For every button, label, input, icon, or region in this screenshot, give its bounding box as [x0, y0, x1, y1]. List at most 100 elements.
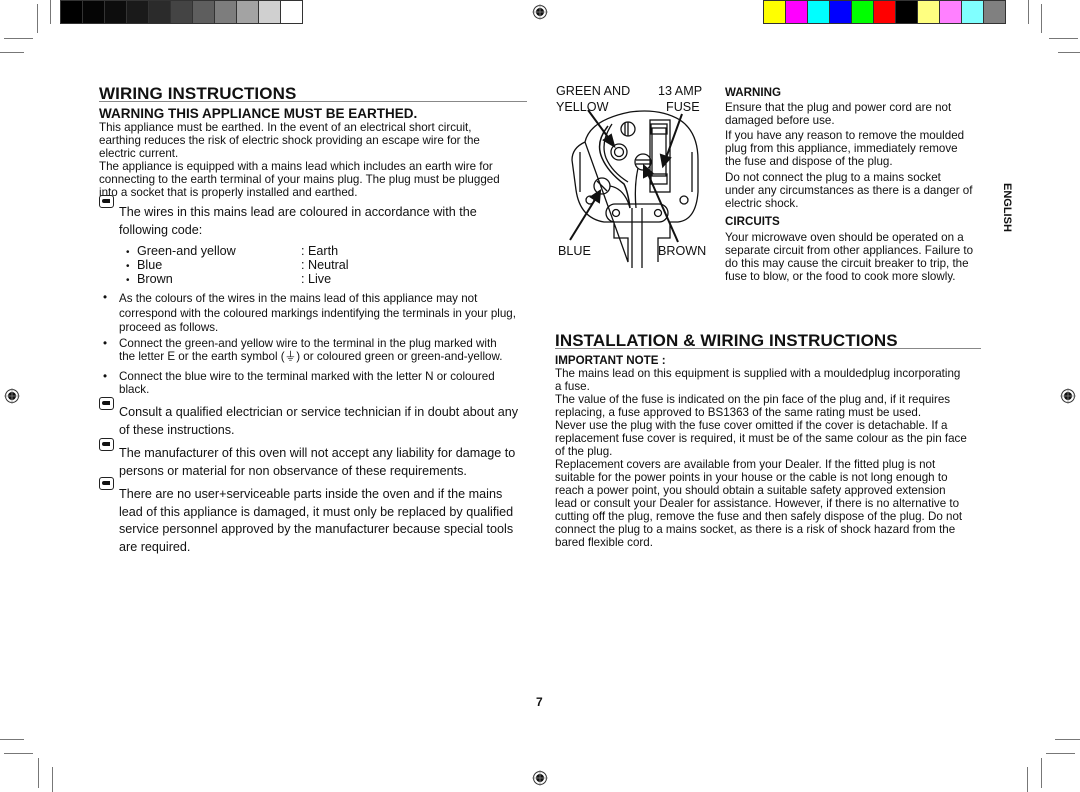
warning-paragraph: If you have any reason to remove the mou… — [725, 129, 964, 168]
text-line: Ensure that the plug and power cord are … — [725, 101, 952, 114]
crop-mark — [52, 767, 53, 792]
text-line: the fuse and dispose of the plug. — [725, 155, 893, 168]
crop-mark — [37, 4, 38, 33]
crop-mark — [1055, 739, 1080, 740]
color-swatch — [193, 1, 214, 23]
bullet: • — [126, 275, 130, 286]
text-line: persons or material for non observance o… — [119, 463, 467, 478]
crop-mark — [1058, 52, 1080, 53]
color-swatch — [61, 1, 82, 23]
text-line: black. — [119, 383, 150, 396]
text-line: The manufacturer of this oven will not a… — [119, 446, 516, 460]
color-swatch — [984, 1, 1005, 23]
important-note-heading: IMPORTANT NOTE : — [555, 354, 666, 367]
text-line: connect the plug to a mains socket, as t… — [555, 523, 956, 536]
text-line: a fuse. — [555, 380, 590, 393]
text-line: separate circuit from other appliances. … — [725, 244, 974, 257]
text-line: electric shock. — [725, 197, 799, 210]
text-line: under any circumstances as there is a da… — [725, 184, 973, 197]
color-swatch — [83, 1, 104, 23]
text-line: Never use the plug with the fuse cover o… — [555, 419, 948, 432]
color-swatch — [215, 1, 236, 23]
text-line: of the plug. — [555, 445, 613, 458]
note-hand-icon — [99, 438, 114, 451]
crop-mark — [50, 0, 51, 24]
title-rule — [99, 101, 527, 102]
warning-paragraph: Do not connect the plug to a mains socke… — [725, 171, 972, 210]
crop-mark — [1049, 38, 1078, 39]
text-line: There are no user+serviceable parts insi… — [119, 487, 503, 501]
electrician-note: Consult a qualified electrician or servi… — [119, 404, 518, 439]
circuits-heading: CIRCUITS — [725, 215, 780, 228]
color-swatch — [852, 1, 873, 23]
text-line: earthing reduces the risk of electric sh… — [99, 134, 480, 147]
color-calibration-bar — [763, 0, 1006, 24]
registration-mark-icon — [4, 388, 20, 404]
crop-mark — [1041, 758, 1042, 788]
installation-body: The mains lead on this equipment is supp… — [555, 367, 967, 549]
color-swatch — [259, 1, 280, 23]
registration-mark-icon — [532, 770, 548, 786]
text-line: connecting to the earth terminal of your… — [99, 173, 500, 186]
note-hand-icon — [99, 195, 114, 208]
registration-mark-icon — [1060, 388, 1076, 404]
installation-title-rule — [555, 348, 981, 349]
text-line: do this may cause the circuit breaker to… — [725, 257, 969, 270]
text-line: bared flexible cord. — [555, 536, 653, 549]
bullet: • — [126, 247, 130, 258]
text-line: electric current. — [99, 147, 179, 160]
text-line: are required. — [119, 539, 191, 554]
text-line: following code: — [119, 222, 203, 237]
text-line: proceed as follows. — [119, 321, 219, 334]
text-line: damaged before use. — [725, 114, 835, 127]
wire-role: : Earth — [301, 244, 339, 258]
bullet-item: Connect the green-and yellow wire to the… — [119, 337, 502, 363]
color-swatch — [786, 1, 807, 23]
color-swatch — [940, 1, 961, 23]
text-line: replacement fuse cover is required, it m… — [555, 432, 967, 445]
bullet: • — [103, 291, 108, 304]
text-line: The wires in this mains lead are coloure… — [119, 205, 477, 219]
crop-mark — [1027, 767, 1028, 792]
text-line: The value of the fuse is indicated on th… — [555, 393, 951, 406]
fuse — [651, 127, 667, 177]
color-swatch — [764, 1, 785, 23]
bullet: • — [126, 261, 130, 272]
wire-colour: Blue — [137, 258, 163, 272]
page-number: 7 — [536, 695, 543, 709]
crop-mark — [1041, 4, 1042, 33]
color-swatch — [171, 1, 192, 23]
text-line: Your microwave oven should be operated o… — [725, 231, 964, 244]
earthing-warning-heading: WARNING THIS APPLIANCE MUST BE EARTHED. — [99, 106, 418, 121]
text-line: The appliance is equipped with a mains l… — [99, 160, 493, 173]
language-side-tab: ENGLISH — [1001, 183, 1013, 232]
bullet: • — [103, 337, 108, 350]
note-hand-icon — [99, 397, 114, 410]
text-line: lead or consult your Dealer for assistan… — [555, 497, 960, 510]
text-line: Do not connect the plug to a mains socke… — [725, 171, 941, 184]
color-swatch — [874, 1, 895, 23]
color-swatch — [127, 1, 148, 23]
color-swatch — [896, 1, 917, 23]
text-line: Connect the green-and yellow wire to the… — [119, 337, 497, 350]
text-line: service personnel approved by the manufa… — [119, 522, 514, 536]
colour-code-note: The wires in this mains lead are coloure… — [119, 204, 477, 239]
text-line: cutting off the plug, remove the fuse an… — [555, 510, 963, 523]
text-line: fuse to blow, or the food to cook more s… — [725, 270, 956, 283]
cord-grip — [605, 203, 669, 223]
bullet-item: As the colours of the wires in the mains… — [119, 291, 516, 334]
color-swatch — [962, 1, 983, 23]
text-line: The mains lead on this equipment is supp… — [555, 367, 961, 380]
circuits-paragraph: Your microwave oven should be operated o… — [725, 231, 973, 283]
text-line: If you have any reason to remove the mou… — [725, 129, 965, 142]
text-line: reach a power point, you should obtain a… — [555, 484, 946, 497]
earthing-paragraph: This appliance must be earthed. In the e… — [99, 121, 529, 199]
text-line: correspond with the coloured markings in… — [119, 307, 516, 320]
text-line: This appliance must be earthed. In the e… — [99, 121, 472, 134]
bullet: • — [103, 370, 108, 383]
warning-heading: WARNING — [725, 86, 782, 99]
registration-mark-icon — [532, 4, 548, 20]
color-swatch — [105, 1, 126, 23]
crop-mark — [0, 52, 24, 53]
wire-role: : Neutral — [301, 258, 349, 272]
